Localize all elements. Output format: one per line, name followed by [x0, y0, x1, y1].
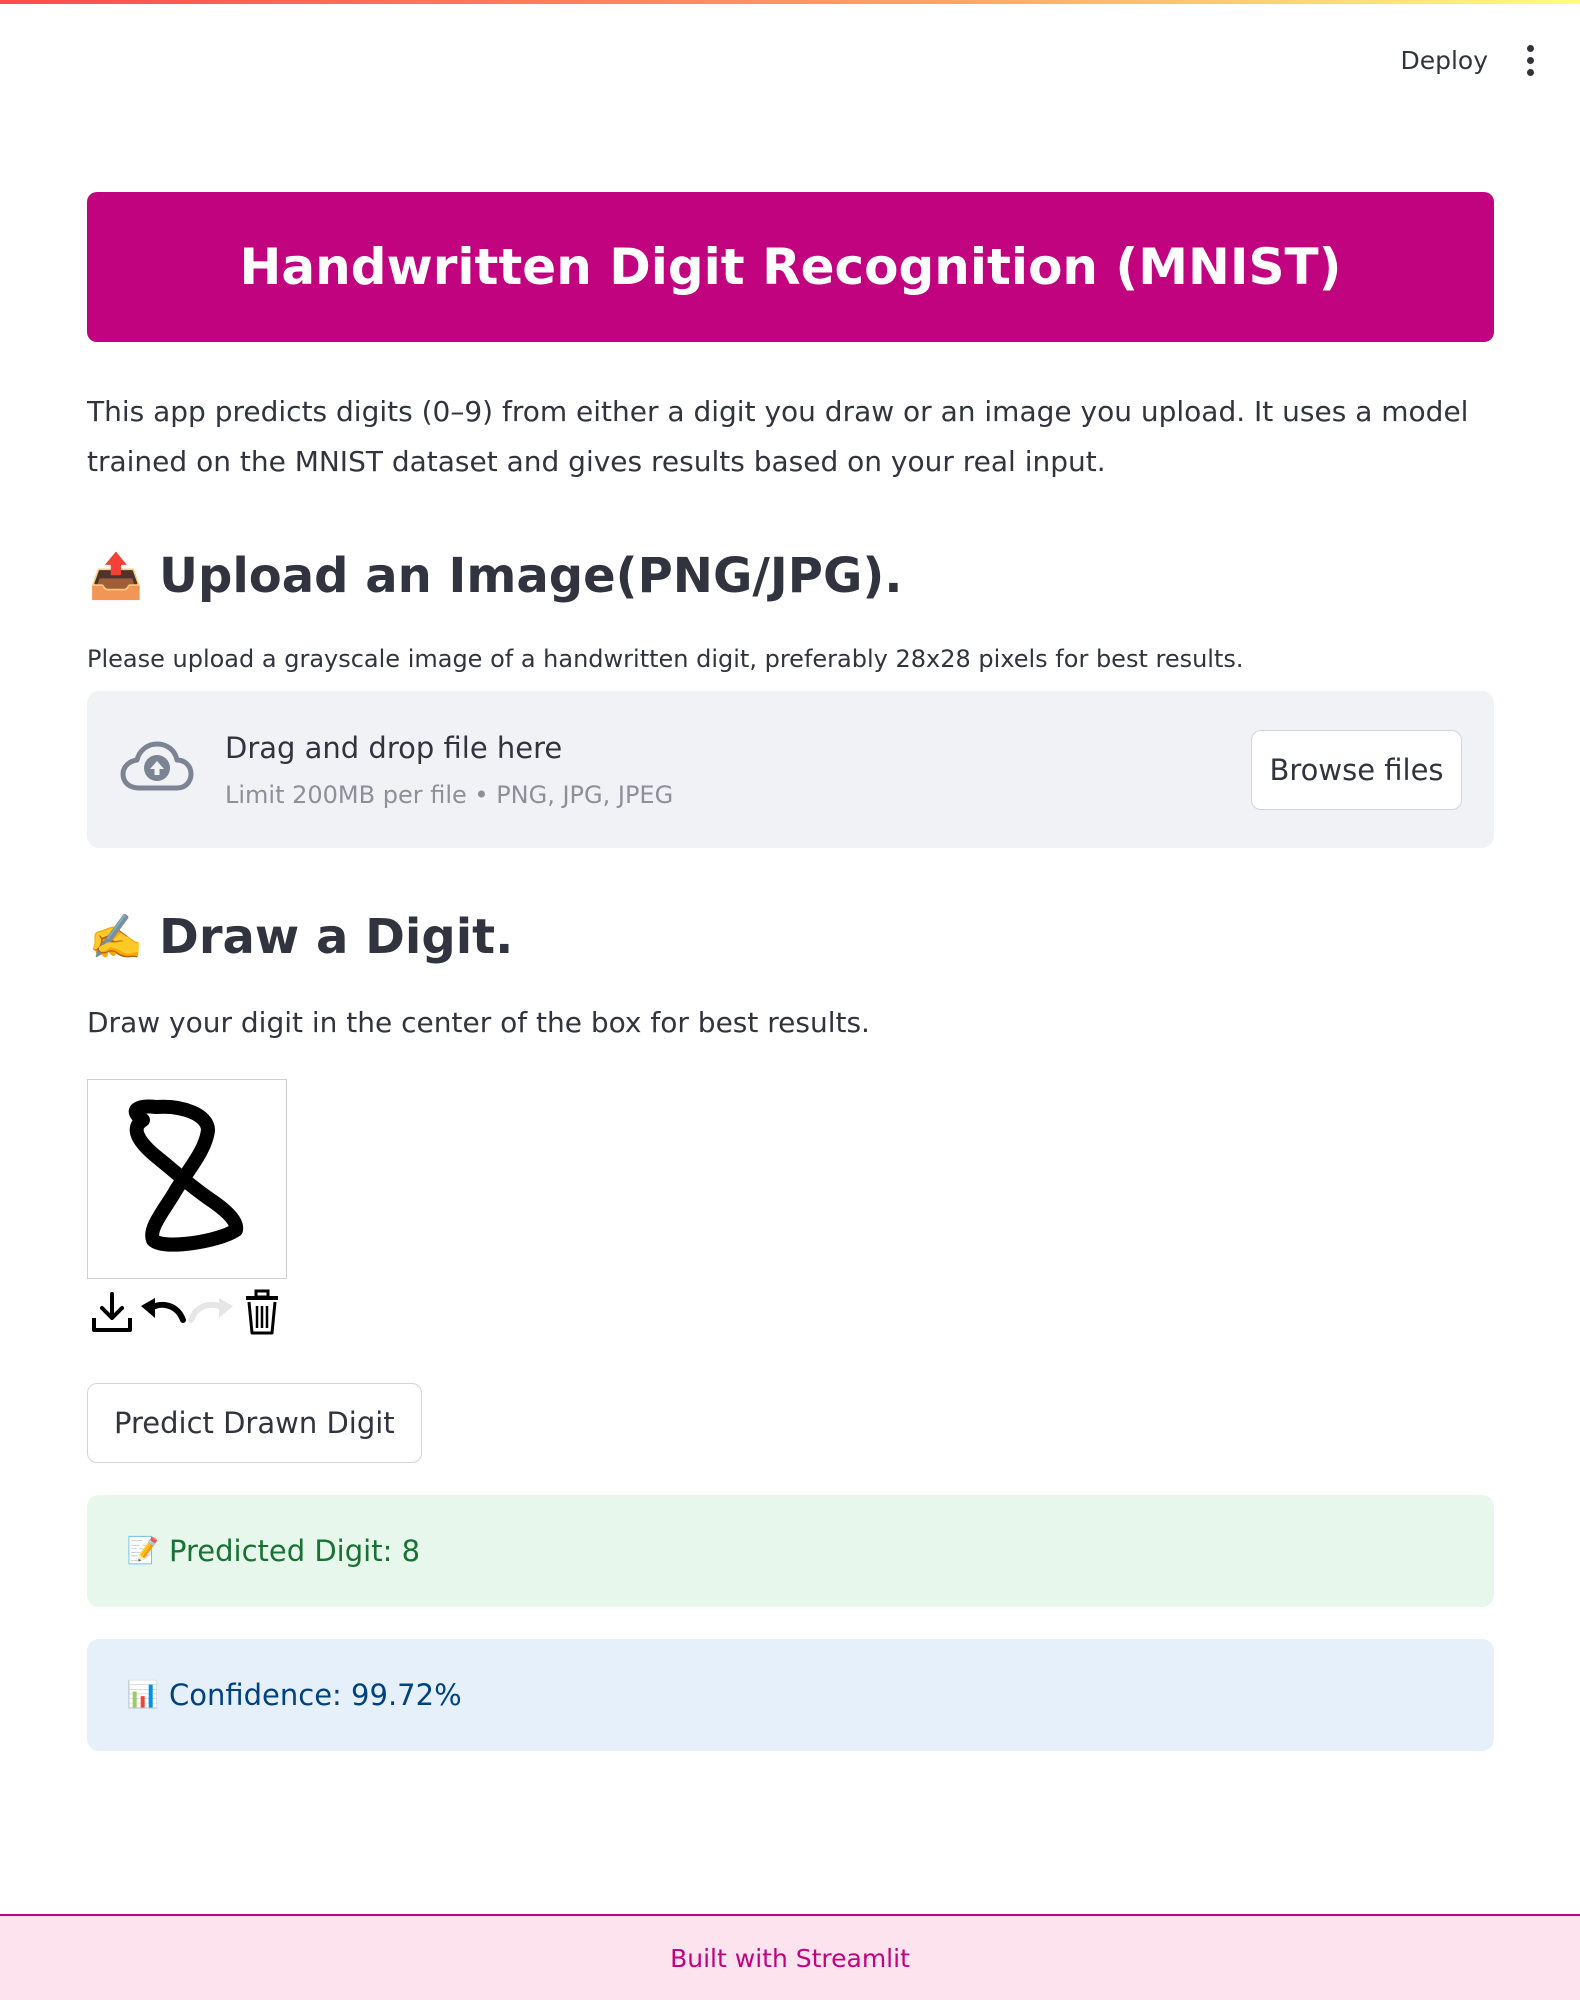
page-title: Handwritten Digit Recognition (MNIST) [239, 238, 1342, 296]
hero-banner: Handwritten Digit Recognition (MNIST) [87, 192, 1494, 342]
drawn-digit-strokes [128, 1099, 244, 1252]
footer-text: Built with Streamlit [670, 1943, 910, 1973]
undo-icon[interactable] [137, 1285, 187, 1339]
dropzone-limit: Limit 200MB per file • PNG, JPG, JPEG [225, 780, 674, 809]
dropzone-texts: Drag and drop file here Limit 200MB per … [225, 731, 673, 809]
intro-text: This app predicts digits (0–9) from eith… [87, 395, 1469, 478]
outbox-tray-icon: 📤 [88, 551, 144, 602]
upload-help-text: Please upload a grayscale image of a han… [87, 645, 1244, 673]
deploy-button[interactable]: Deploy [1400, 46, 1488, 75]
download-icon[interactable] [87, 1285, 137, 1339]
predicted-digit-alert: 📝 Predicted Digit: 8 [87, 1495, 1494, 1607]
app-toolbar: Deploy [1400, 40, 1540, 80]
bar-chart-icon: 📊 [126, 1680, 160, 1710]
canvas-toolbar [87, 1285, 1494, 1339]
file-dropzone[interactable]: Drag and drop file here Limit 200MB per … [87, 691, 1494, 848]
top-decoration-bar [0, 0, 1580, 4]
draw-section-header: ✍️ Draw a Digit. [87, 908, 1494, 966]
upload-section-header: 📤 Upload an Image(PNG/JPG). [87, 547, 1494, 605]
draw-section-title: Draw a Digit. [159, 909, 514, 965]
predict-drawn-digit-button[interactable]: Predict Drawn Digit [87, 1383, 422, 1463]
browse-files-button[interactable]: Browse files [1251, 730, 1462, 810]
drawing-canvas[interactable] [87, 1079, 287, 1279]
draw-help-text: Draw your digit in the center of the box… [87, 1006, 870, 1039]
dropzone-title: Drag and drop file here [225, 730, 563, 765]
confidence-alert: 📊 Confidence: 99.72% [87, 1639, 1494, 1751]
confidence-text: Confidence: 99.72% [169, 1678, 462, 1712]
memo-icon: 📝 [126, 1536, 160, 1566]
upload-section-title: Upload an Image(PNG/JPG). [159, 548, 903, 604]
cloud-upload-icon [120, 741, 194, 790]
writing-hand-icon: ✍️ [88, 912, 144, 963]
redo-icon[interactable] [187, 1285, 237, 1339]
footer: Built with Streamlit [0, 1914, 1580, 2000]
trash-icon[interactable] [237, 1285, 287, 1339]
main-content: Handwritten Digit Recognition (MNIST) Th… [87, 192, 1494, 1751]
more-vert-icon[interactable] [1520, 40, 1540, 80]
predicted-digit-text: Predicted Digit: 8 [169, 1534, 421, 1568]
